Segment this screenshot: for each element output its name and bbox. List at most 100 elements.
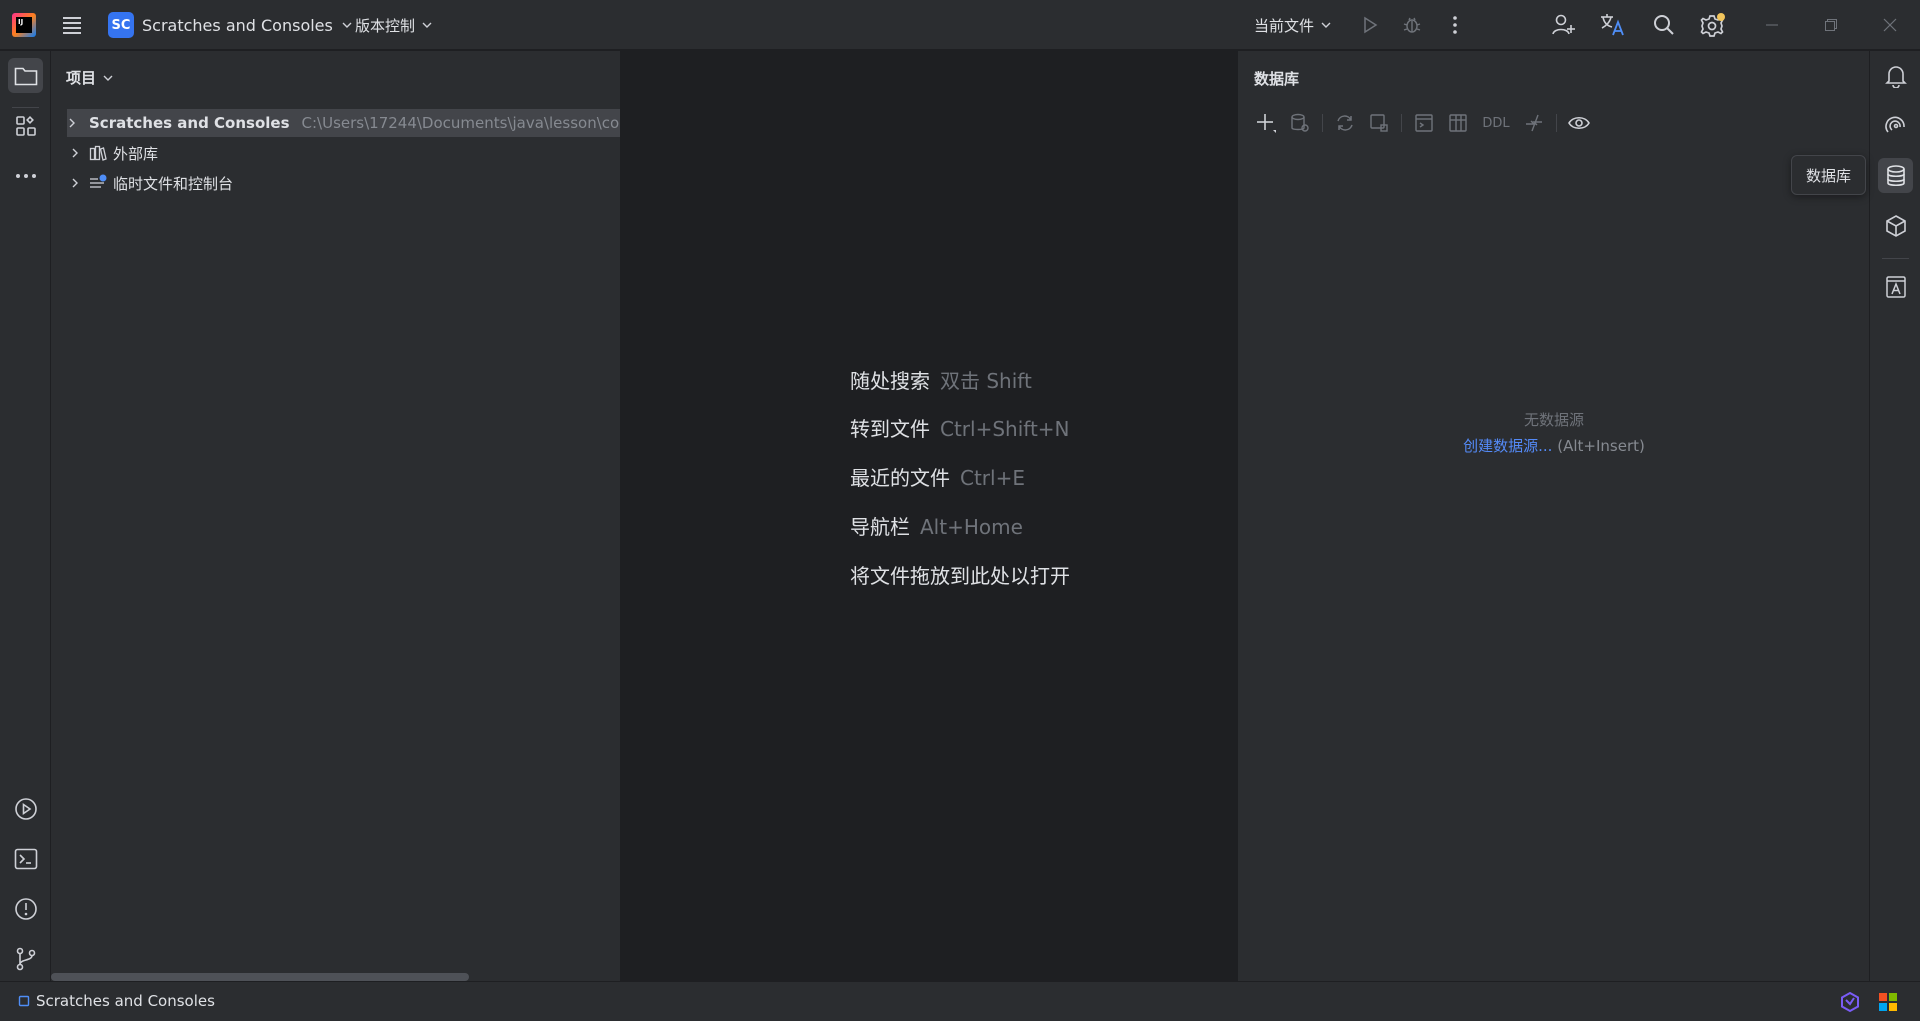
status-bar: Scratches and Consoles: [0, 981, 1920, 1021]
translation-tool-button[interactable]: [1878, 269, 1913, 304]
project-tool-button[interactable]: [8, 58, 43, 93]
chevron-right-icon[interactable]: [67, 175, 83, 191]
more-horizontal-icon: [15, 173, 36, 178]
more-actions-button[interactable]: [1439, 10, 1471, 40]
library-icon: [89, 145, 107, 161]
ddl-button[interactable]: DDL: [1478, 111, 1514, 135]
structure-tool-button[interactable]: [8, 108, 43, 143]
minimize-button[interactable]: [1756, 10, 1788, 40]
problems-tool-button[interactable]: [8, 891, 43, 926]
hexagon-plugin-icon: [1841, 991, 1859, 1013]
vcs-label: 版本控制: [355, 16, 416, 35]
terminal-icon: [14, 848, 37, 869]
git-branch-icon: [16, 947, 35, 970]
bell-icon: [1884, 65, 1907, 88]
restore-icon: [1825, 19, 1837, 31]
disconnect-icon: [1370, 114, 1388, 132]
tree-item-project-root[interactable]: Scratches and Consoles C:\Users\17244\Do…: [67, 109, 621, 137]
view-options-button[interactable]: [1565, 111, 1593, 135]
kotlin-status-button[interactable]: [1839, 991, 1861, 1013]
hamburger-icon: [63, 17, 81, 34]
project-module-icon: [18, 995, 30, 1007]
add-user-icon: [1552, 14, 1575, 35]
debug-button[interactable]: [1396, 10, 1428, 40]
search-everywhere-button[interactable]: [1648, 10, 1680, 40]
compare-button[interactable]: [1520, 111, 1548, 135]
run-icon: [1364, 16, 1378, 34]
breadcrumb[interactable]: Scratches and Consoles: [18, 992, 215, 1010]
hint-shortcut: 双击 Shift: [940, 369, 1032, 393]
add-datasource-button[interactable]: [1252, 111, 1280, 135]
table-editor-button[interactable]: [1444, 111, 1472, 135]
create-datasource-row: 创建数据源... (Alt+Insert): [1238, 435, 1870, 456]
database-tool-button[interactable]: [1878, 158, 1913, 193]
kotlin-plugin-button[interactable]: [1878, 208, 1913, 243]
run-button[interactable]: [1354, 10, 1386, 40]
compare-icon: [1526, 114, 1542, 132]
tree-item-path: C:\Users\17244\Documents\java\lesson\cod…: [301, 114, 621, 132]
restore-button[interactable]: [1815, 10, 1847, 40]
hint-recent-files: 最近的文件 Ctrl+E: [850, 462, 1025, 491]
notifications-button[interactable]: [1878, 58, 1913, 93]
hint-action: 最近的文件: [850, 466, 950, 490]
project-switcher[interactable]: SC Scratches and Consoles: [108, 11, 353, 39]
settings-button[interactable]: [1697, 10, 1729, 40]
git-tool-button[interactable]: [8, 941, 43, 976]
chevron-right-icon[interactable]: [67, 145, 83, 161]
database-icon: [1886, 164, 1905, 186]
problems-icon: [14, 897, 37, 920]
ddl-label: DDL: [1482, 115, 1510, 131]
tree-item-external-libraries[interactable]: 外部库: [67, 139, 158, 167]
windows-logo-icon: [1879, 993, 1897, 1011]
windows-status-button[interactable]: [1878, 992, 1898, 1012]
scratches-icon: [90, 174, 107, 188]
refresh-button[interactable]: [1331, 111, 1359, 135]
vcs-menu[interactable]: 版本控制: [355, 11, 433, 39]
code-with-me-button[interactable]: [1548, 10, 1580, 40]
horizontal-scrollbar[interactable]: [51, 971, 620, 981]
more-tools-button[interactable]: [8, 158, 43, 193]
hint-action: 导航栏: [850, 515, 910, 539]
tree-item-scratches[interactable]: 临时文件和控制台: [67, 169, 233, 197]
close-button[interactable]: [1874, 10, 1906, 40]
hint-action: 将文件拖放到此处以打开: [850, 564, 1070, 588]
main-menu-button[interactable]: [58, 12, 86, 38]
refresh-icon: [1337, 115, 1353, 131]
database-tooltip: 数据库: [1791, 155, 1867, 195]
ai-assistant-button[interactable]: [1878, 108, 1913, 143]
terminal-tool-button[interactable]: [8, 841, 43, 876]
chevron-right-icon[interactable]: [67, 115, 77, 131]
scrollbar-thumb[interactable]: [51, 973, 469, 981]
project-view-selector[interactable]: 项目: [66, 67, 114, 88]
database-tool-window: 数据库 DDL 无数据源 创建数据源... (Alt+Insert): [1237, 51, 1869, 981]
run-config-selector[interactable]: 当前文件: [1254, 11, 1332, 39]
datasource-properties-icon: [1291, 113, 1309, 132]
structure-icon: [15, 115, 36, 136]
database-toolbar: DDL: [1252, 111, 1593, 135]
console-icon: [1415, 114, 1433, 132]
services-tool-button[interactable]: [8, 791, 43, 826]
project-tool-window: 项目 Scratches and Consoles C:\Users\17244…: [51, 51, 621, 981]
hint-search-everywhere: 随处搜索 双击 Shift: [850, 365, 1032, 394]
plugin-icon: [1885, 214, 1906, 237]
project-panel-title: 项目: [66, 69, 97, 87]
chevron-down-icon: [103, 75, 113, 81]
tree-item-label: 临时文件和控制台: [113, 174, 234, 193]
translate-button[interactable]: [1597, 10, 1629, 40]
intellij-logo-icon[interactable]: IJ: [12, 13, 36, 37]
project-badge: SC: [108, 12, 134, 38]
query-console-button[interactable]: [1410, 111, 1438, 135]
ai-assistant-icon: [1884, 116, 1905, 132]
more-icon: [1453, 16, 1457, 34]
no-datasource-text: 无数据源: [1523, 411, 1584, 429]
right-tool-strip: [1869, 51, 1920, 981]
run-config-label: 当前文件: [1254, 16, 1315, 35]
create-datasource-link[interactable]: 创建数据源...: [1463, 437, 1552, 455]
tree-item-label: Scratches and Consoles: [89, 114, 290, 132]
translate-icon: [1601, 14, 1624, 36]
stop-button[interactable]: [1365, 111, 1393, 135]
datasource-properties-button[interactable]: [1286, 111, 1314, 135]
minimize-icon: [1766, 24, 1778, 26]
tree-item-label: 外部库: [113, 144, 159, 163]
editor-area: 随处搜索 双击 Shift 转到文件 Ctrl+Shift+N 最近的文件 Ctrl+…: [622, 51, 1237, 981]
